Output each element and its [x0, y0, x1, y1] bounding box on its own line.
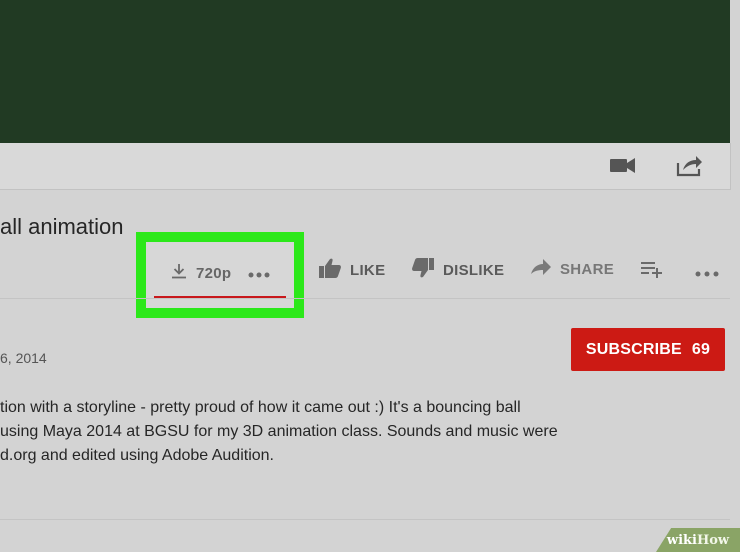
video-title: all animation — [0, 214, 124, 239]
like-label: LIKE — [350, 261, 386, 279]
more-actions-button[interactable] — [695, 265, 719, 282]
more-options-button[interactable] — [248, 266, 270, 283]
description-line: tion with a storyline - pretty proud of … — [0, 399, 521, 416]
video-camera-icon[interactable] — [608, 151, 638, 184]
description-line: d.org and edited using Adobe Audition. — [0, 447, 274, 464]
add-to-playlist-button[interactable] — [640, 259, 664, 283]
description-line: using Maya 2014 at BGSU for my 3D animat… — [0, 423, 558, 440]
more-dots-icon — [248, 266, 270, 283]
dislike-button[interactable]: DISLIKE — [411, 257, 504, 283]
thumbs-down-icon — [411, 257, 435, 283]
more-dots-icon — [695, 265, 719, 282]
download-icon — [170, 262, 188, 284]
section-divider — [0, 298, 730, 299]
share-label: SHARE — [560, 260, 615, 278]
publish-date: 6, 2014 — [0, 350, 47, 366]
share-button[interactable]: SHARE — [530, 257, 614, 281]
player-controls-bar — [0, 143, 731, 190]
subscribe-label: SUBSCRIBE — [585, 340, 682, 358]
subscriber-count: 69 — [691, 340, 711, 358]
share-arrow-icon[interactable] — [674, 151, 704, 184]
wikihow-watermark: wiki How — [656, 528, 740, 552]
watermark-wiki: wiki — [666, 532, 697, 548]
video-player[interactable] — [0, 0, 730, 143]
thumbs-up-icon — [318, 257, 342, 283]
subscribe-button[interactable]: SUBSCRIBE 69 — [571, 328, 725, 371]
watermark-how: How — [696, 532, 730, 548]
download-quality: 720p — [196, 264, 232, 282]
download-button[interactable]: 720p — [170, 262, 231, 284]
download-highlight-box: 720p — [136, 232, 304, 318]
video-description: tion with a storyline - pretty proud of … — [0, 396, 620, 468]
section-divider — [0, 519, 730, 520]
dislike-label: DISLIKE — [443, 261, 505, 279]
like-button[interactable]: LIKE — [318, 257, 385, 283]
playlist-add-icon — [640, 259, 664, 283]
share-icon — [530, 257, 552, 281]
